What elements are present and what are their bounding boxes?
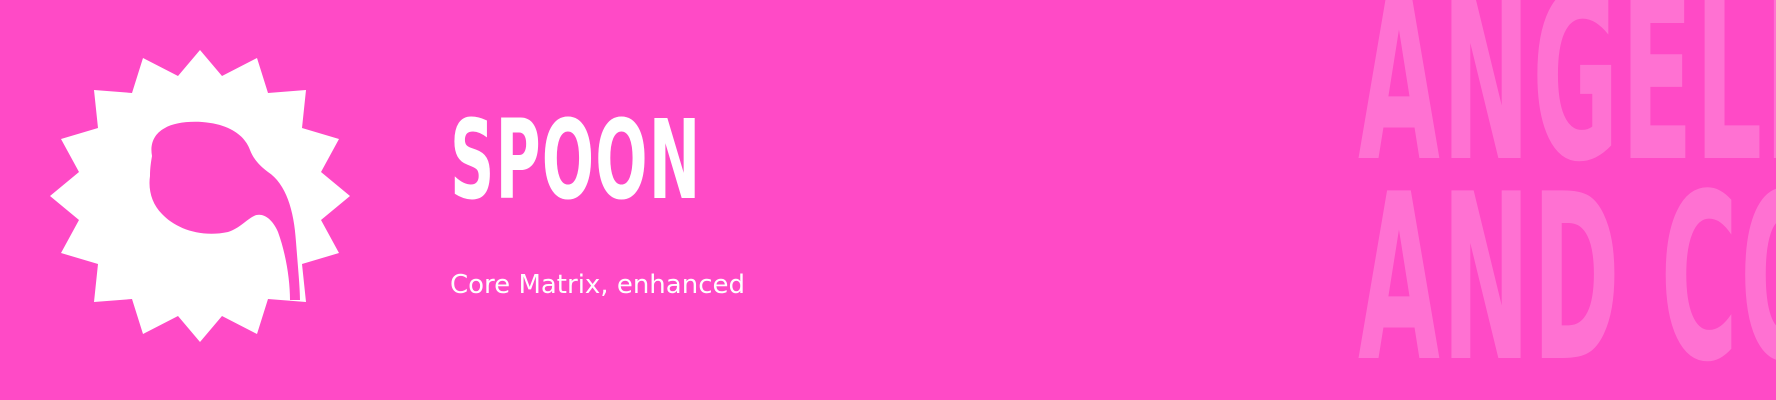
brand-watermark-line-2: AND CO: [1358, 146, 1776, 400]
subtitle: Core Matrix, enhanced: [450, 270, 745, 300]
starburst-speech-bubble-icon: [50, 50, 350, 342]
page-title: SPOON: [450, 96, 702, 224]
banner: SPOON Core Matrix, enhanced ANGELL AND C…: [0, 0, 1776, 400]
brand-watermark: ANGELL AND CO: [1358, 0, 1776, 400]
